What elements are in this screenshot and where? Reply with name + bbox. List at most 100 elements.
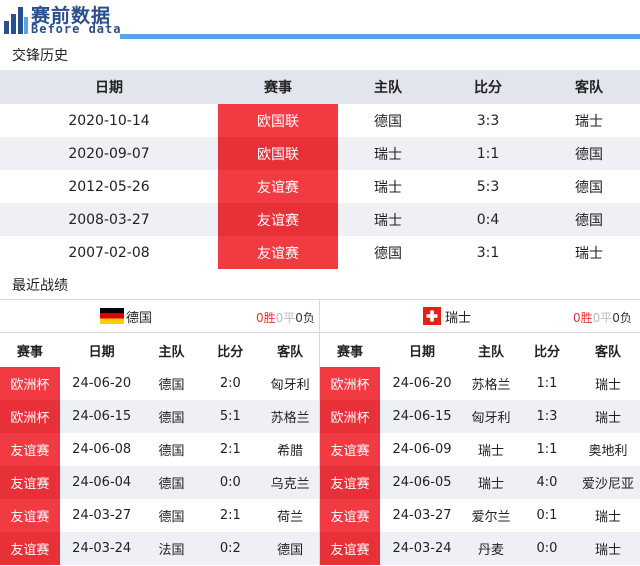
match-score: 4:0: [536, 475, 558, 490]
away-team: 匈牙利: [270, 378, 310, 393]
table-row[interactable]: 友谊赛 24-06-05 瑞士 4:0 爱沙尼亚: [320, 466, 640, 499]
switzerland-flag-icon: [423, 307, 441, 325]
table-row[interactable]: 友谊赛 24-06-08 德国 2:1 希腊: [0, 433, 319, 466]
table-row[interactable]: 友谊赛 24-03-27 德国 2:1 荷兰: [0, 499, 319, 532]
header-divider: [120, 34, 640, 39]
recent-table-right: 赛事 日期 主队 比分 客队 欧洲杯 24-06-20 苏格兰 1:1 瑞士 欧…: [320, 333, 640, 565]
home-team: 德国: [374, 113, 402, 130]
home-team: 德国: [158, 444, 185, 459]
match-score: 0:0: [219, 475, 241, 490]
draws-count: 0平: [275, 311, 296, 325]
wins-count: 0胜: [256, 311, 276, 325]
competition-badge: 友谊赛: [320, 532, 380, 565]
away-team: 德国: [575, 179, 603, 196]
match-score: 5:1: [219, 409, 241, 424]
table-row[interactable]: 2020-09-07 欧国联 瑞士 1:1 德国: [0, 137, 640, 170]
match-score: 3:3: [476, 112, 500, 129]
h2h-table: 日期 赛事 主队 比分 客队 2020-10-14 欧国联 德国 3:3 瑞士 …: [0, 70, 640, 269]
h2h-section-title: 交锋历史: [12, 48, 68, 64]
match-score: 3:1: [476, 244, 500, 261]
match-score: 0:0: [536, 541, 558, 556]
divider: [0, 299, 640, 300]
match-score: 2:0: [219, 376, 241, 391]
competition-badge: 欧国联: [218, 137, 338, 170]
match-date: 2012-05-26: [68, 178, 150, 195]
away-team: 爱沙尼亚: [581, 477, 634, 492]
table-row[interactable]: 欧洲杯 24-06-20 德国 2:0 匈牙利: [0, 367, 319, 400]
column-header-away: 客队: [575, 80, 603, 96]
match-date: 24-06-04: [72, 475, 132, 490]
match-score: 1:3: [536, 409, 558, 424]
table-row[interactable]: 友谊赛 24-06-09 瑞士 1:1 奥地利: [320, 433, 640, 466]
match-date: 24-06-05: [392, 475, 452, 490]
table-row[interactable]: 2020-10-14 欧国联 德国 3:3 瑞士: [0, 104, 640, 137]
match-date: 2020-10-14: [68, 112, 150, 129]
away-team: 瑞士: [594, 378, 621, 393]
competition-badge: 友谊赛: [320, 433, 380, 466]
away-team: 乌克兰: [270, 477, 310, 492]
table-row[interactable]: 友谊赛 24-03-27 爱尔兰 0:1 瑞士: [320, 499, 640, 532]
home-team: 德国: [374, 245, 402, 262]
column-header-date: 日期: [408, 344, 435, 360]
bar-chart-icon: [4, 7, 28, 34]
table-row[interactable]: 友谊赛 24-06-04 德国 0:0 乌克兰: [0, 466, 319, 499]
competition-badge: 欧国联: [218, 104, 338, 137]
home-team: 法国: [158, 543, 185, 558]
recent-table-left: 赛事 日期 主队 比分 客队 欧洲杯 24-06-20 德国 2:0 匈牙利 欧…: [0, 333, 319, 565]
away-team: 德国: [277, 543, 304, 558]
home-team: 瑞士: [374, 212, 402, 229]
team-name-left: 德国: [126, 310, 153, 326]
home-team: 瑞士: [374, 179, 402, 196]
table-row[interactable]: 2007-02-08 友谊赛 德国 3:1 瑞士: [0, 236, 640, 269]
table-row[interactable]: 欧洲杯 24-06-20 苏格兰 1:1 瑞士: [320, 367, 640, 400]
competition-badge: 欧洲杯: [320, 400, 380, 433]
table-row[interactable]: 欧洲杯 24-06-15 匈牙利 1:3 瑞士: [320, 400, 640, 433]
column-header-date: 日期: [88, 344, 115, 360]
draws-count: 0平: [592, 311, 613, 325]
competition-badge: 友谊赛: [218, 170, 338, 203]
column-header-score: 比分: [474, 80, 502, 96]
recent-header-row: 赛事 日期 主队 比分 客队: [0, 333, 319, 367]
home-team: 德国: [158, 477, 185, 492]
away-team: 瑞士: [575, 245, 603, 262]
away-team: 瑞士: [575, 113, 603, 130]
competition-badge: 友谊赛: [0, 532, 60, 565]
away-team: 荷兰: [277, 510, 304, 525]
match-date: 24-03-24: [72, 541, 132, 556]
match-score: 0:2: [219, 541, 241, 556]
match-date: 24-06-09: [392, 442, 452, 457]
match-score: 0:4: [476, 211, 500, 228]
recent-section-title: 最近战绩: [12, 278, 68, 294]
column-header-score: 比分: [217, 344, 244, 360]
competition-badge: 友谊赛: [0, 466, 60, 499]
match-date: 2008-03-27: [68, 211, 150, 228]
table-row[interactable]: 2008-03-27 友谊赛 瑞士 0:4 德国: [0, 203, 640, 236]
home-team: 瑞士: [374, 146, 402, 163]
table-row[interactable]: 友谊赛 24-03-24 丹麦 0:0 瑞士: [320, 532, 640, 565]
match-date: 24-03-24: [392, 541, 452, 556]
logo-subtitle: Before data: [31, 22, 122, 36]
away-team: 德国: [575, 146, 603, 163]
column-header-comp: 赛事: [16, 344, 43, 360]
away-team: 德国: [575, 212, 603, 229]
home-team: 爱尔兰: [471, 510, 511, 525]
table-row[interactable]: 2012-05-26 友谊赛 瑞士 5:3 德国: [0, 170, 640, 203]
germany-flag-icon: [100, 308, 124, 324]
table-row[interactable]: 友谊赛 24-03-24 法国 0:2 德国: [0, 532, 319, 565]
competition-badge: 友谊赛: [218, 203, 338, 236]
table-row[interactable]: 欧洲杯 24-06-15 德国 5:1 苏格兰: [0, 400, 319, 433]
column-header-score: 比分: [533, 344, 560, 360]
competition-badge: 友谊赛: [320, 466, 380, 499]
match-date: 24-06-15: [392, 409, 452, 424]
column-header-home: 主队: [477, 344, 504, 360]
match-date: 24-06-15: [72, 409, 132, 424]
match-score: 2:1: [219, 442, 241, 457]
column-header-home: 主队: [374, 80, 402, 96]
record-summary-right: 0胜0平0负: [573, 309, 632, 326]
header: 赛前数据 Before data: [0, 0, 640, 40]
losses-count: 0负: [612, 311, 632, 325]
column-header-comp: 赛事: [264, 80, 292, 96]
losses-count: 0负: [295, 311, 315, 325]
home-team: 匈牙利: [471, 411, 511, 426]
away-team: 奥地利: [588, 444, 628, 459]
